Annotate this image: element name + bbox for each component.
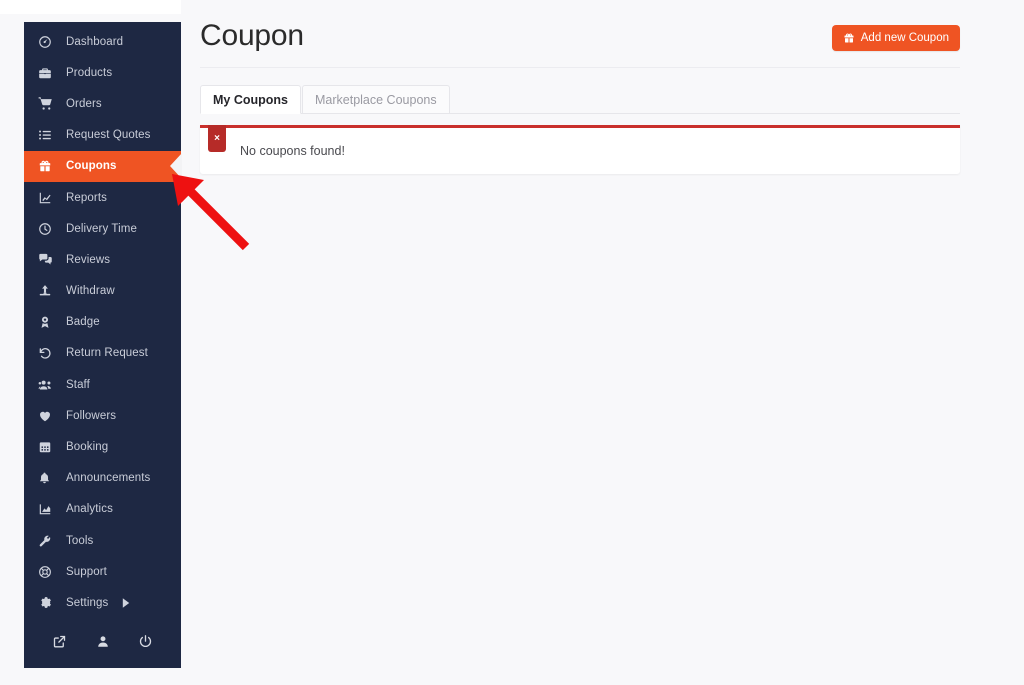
sidebar-item-coupons[interactable]: Coupons (24, 150, 181, 182)
sidebar-footer (24, 619, 181, 668)
sidebar-item-analytics[interactable]: Analytics (24, 494, 181, 525)
sidebar-item-label: Delivery Time (66, 222, 137, 235)
chart-line-icon (38, 191, 60, 205)
sidebar-item-label: Followers (66, 409, 117, 422)
sidebar-item-label: Analytics (66, 503, 113, 516)
no-coupons-alert: × No coupons found! (200, 125, 960, 174)
user-icon[interactable] (90, 628, 116, 654)
sidebar-item-withdraw[interactable]: Withdraw (24, 276, 181, 307)
sidebar-item-label: Return Request (66, 347, 148, 360)
tab-label: My Coupons (213, 92, 288, 107)
sidebar-item-label: Withdraw (66, 285, 115, 298)
sidebar-item-return-request[interactable]: Return Request (24, 338, 181, 369)
comments-icon (38, 252, 60, 267)
sidebar-item-staff[interactable]: Staff (24, 369, 181, 400)
sidebar-item-badge[interactable]: Badge (24, 307, 181, 338)
sidebar-item-label: Badge (66, 316, 100, 329)
sidebar-item-delivery-time[interactable]: Delivery Time (24, 213, 181, 244)
sidebar-item-followers[interactable]: Followers (24, 400, 181, 431)
caret-right-icon[interactable] (122, 598, 130, 608)
gift-icon (843, 32, 855, 44)
undo-arrow-icon (38, 346, 60, 360)
sidebar-item-label: Reviews (66, 253, 111, 266)
sidebar-item-tools[interactable]: Tools (24, 525, 181, 556)
sidebar-item-request-quotes[interactable]: Request Quotes (24, 120, 181, 151)
sidebar-item-support[interactable]: Support (24, 556, 181, 587)
sidebar: Dashboard Products Orders Request Quotes Cou… (24, 22, 181, 668)
sidebar-item-label: Reports (66, 191, 107, 204)
header-divider (200, 67, 960, 68)
sidebar-item-label: Request Quotes (66, 129, 151, 142)
sidebar-item-label: Dashboard (66, 35, 124, 48)
dashboard-gauge-icon (38, 35, 60, 49)
alert-message: No coupons found! (240, 144, 345, 158)
sidebar-nav: Dashboard Products Orders Request Quotes Cou… (24, 22, 181, 619)
sidebar-item-reviews[interactable]: Reviews (24, 244, 181, 275)
sidebar-item-label: Orders (66, 97, 102, 110)
tab-marketplace-coupons[interactable]: Marketplace Coupons (302, 85, 450, 113)
chart-area-icon (38, 502, 60, 516)
power-off-icon[interactable] (133, 628, 159, 654)
sidebar-item-label: Settings (66, 596, 109, 609)
sidebar-item-settings[interactable]: Settings (24, 587, 181, 618)
sidebar-item-announcements[interactable]: Announcements (24, 463, 181, 494)
add-new-coupon-label: Add new Coupon (860, 32, 949, 44)
sidebar-item-label: Booking (66, 441, 109, 454)
briefcase-icon (38, 66, 60, 80)
users-icon (38, 377, 60, 392)
page-header: Coupon Add new Coupon (181, 0, 1024, 68)
coupon-tabs: My Coupons Marketplace Coupons (200, 85, 960, 114)
heart-icon (38, 409, 60, 423)
sidebar-item-products[interactable]: Products (24, 57, 181, 88)
sidebar-item-label: Support (66, 565, 107, 578)
sidebar-item-dashboard[interactable]: Dashboard (24, 26, 181, 57)
external-link-icon[interactable] (47, 628, 73, 654)
sidebar-item-orders[interactable]: Orders (24, 88, 181, 119)
clock-icon (38, 222, 60, 236)
calendar-icon (38, 440, 60, 454)
sidebar-item-label: Products (66, 66, 113, 79)
page-title: Coupon (200, 19, 304, 52)
sidebar-item-label: Tools (66, 534, 94, 547)
app-root: Dashboard Products Orders Request Quotes Cou… (0, 0, 1024, 685)
sidebar-item-booking[interactable]: Booking (24, 431, 181, 462)
sidebar-item-label: Staff (66, 378, 90, 391)
award-badge-icon (38, 315, 60, 329)
sidebar-item-label: Announcements (66, 472, 151, 485)
tab-my-coupons[interactable]: My Coupons (200, 85, 301, 114)
tab-label: Marketplace Coupons (315, 92, 437, 107)
gear-icon (38, 596, 60, 610)
upload-icon (38, 284, 60, 298)
gift-icon (38, 159, 60, 173)
sidebar-item-reports[interactable]: Reports (24, 182, 181, 213)
shopping-cart-icon (38, 96, 60, 111)
main-content: Coupon Add new Coupon My Coupons Marketpl… (181, 0, 1024, 685)
sidebar-item-label: Coupons (66, 160, 117, 173)
wrench-icon (38, 534, 60, 548)
life-ring-icon (38, 565, 60, 579)
list-icon (38, 128, 60, 142)
add-new-coupon-button[interactable]: Add new Coupon (831, 25, 960, 51)
alert-close-button[interactable]: × (208, 125, 226, 152)
bell-icon (38, 471, 60, 485)
